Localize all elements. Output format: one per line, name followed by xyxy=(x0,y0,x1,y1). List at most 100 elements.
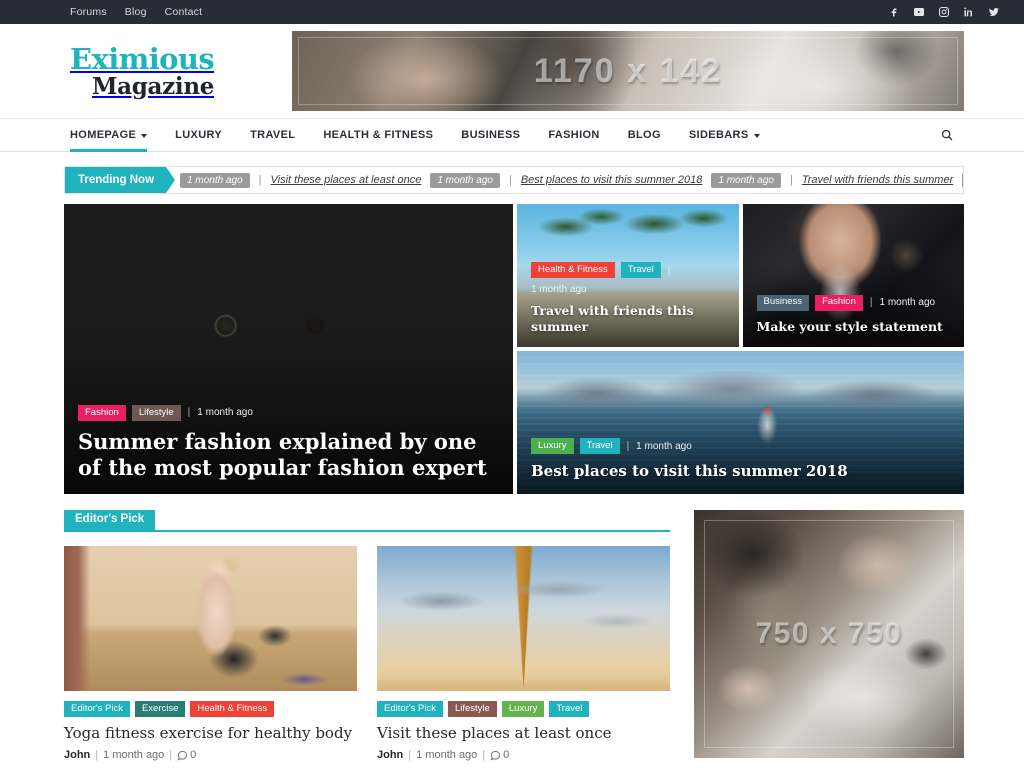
comment-count[interactable]: 0 xyxy=(177,749,196,761)
category-badge-travel[interactable]: Travel xyxy=(579,438,620,455)
main-nav: HOMEPAGE LUXURY TRAVEL HEALTH & FITNESS … xyxy=(0,118,1024,152)
trending-item-title[interactable]: Best places to visit this summer 2018 xyxy=(521,174,703,186)
meta-separator: | xyxy=(626,440,630,452)
post-card-title[interactable]: Visit these places at least once xyxy=(377,724,670,744)
social-links xyxy=(888,6,1008,18)
post-date: 1 month ago xyxy=(531,284,587,295)
category-badge-exercise[interactable]: Exercise xyxy=(134,701,186,717)
meta-separator: | xyxy=(869,297,873,309)
trending-separator: | xyxy=(508,174,512,186)
category-badges: Editor's Pick Lifestyle Luxury Travel xyxy=(377,701,670,717)
category-badge-editors-pick[interactable]: Editor's Pick xyxy=(64,701,130,717)
featured-post-places[interactable]: Luxury Travel | 1 month ago Best places … xyxy=(517,351,964,494)
meta-separator: | xyxy=(187,407,191,419)
instagram-icon[interactable] xyxy=(938,6,950,18)
trending-item-date: 1 month ago xyxy=(711,172,781,188)
trending-label: Trending Now xyxy=(65,167,176,193)
topbar-link-forums[interactable]: Forums xyxy=(70,6,107,18)
featured-top-row: Health & Fitness Travel | 1 month ago Tr… xyxy=(517,204,964,347)
nav-item-homepage[interactable]: HOMEPAGE xyxy=(70,119,161,152)
category-badge-fashion[interactable]: Fashion xyxy=(78,405,126,421)
sidebar: 750 x 750 xyxy=(694,510,964,761)
category-badge-health-fitness[interactable]: Health & Fitness xyxy=(190,701,275,717)
nav-item-label: TRAVEL xyxy=(250,129,296,141)
nav-item-label: FASHION xyxy=(548,129,600,141)
nav-item-label: BUSINESS xyxy=(461,129,521,141)
category-badge-business[interactable]: Business xyxy=(756,294,810,311)
search-icon[interactable] xyxy=(930,119,964,151)
post-card-image[interactable] xyxy=(377,546,670,691)
category-badges: Health & Fitness Travel | 1 month ago xyxy=(531,262,725,295)
post-author[interactable]: John xyxy=(377,749,403,761)
post-card-yoga[interactable]: Editor's Pick Exercise Health & Fitness … xyxy=(64,546,357,761)
post-date: 1 month ago xyxy=(879,297,936,309)
category-badge-lifestyle[interactable]: Lifestyle xyxy=(447,701,497,717)
post-card-places[interactable]: Editor's Pick Lifestyle Luxury Travel Vi… xyxy=(377,546,670,761)
featured-post-travel[interactable]: Health & Fitness Travel | 1 month ago Tr… xyxy=(517,204,739,347)
trending-item-date: 1 month ago xyxy=(430,172,500,188)
post-date: 1 month ago xyxy=(197,407,253,419)
nav-item-label: LUXURY xyxy=(175,129,223,141)
featured-main-title[interactable]: Summer fashion explained by one of the m… xyxy=(78,429,499,481)
nav-item-label: BLOG xyxy=(627,129,661,141)
nav-item-travel[interactable]: TRAVEL xyxy=(236,119,309,151)
section-header: Editor's Pick xyxy=(64,510,670,532)
nav-item-fashion[interactable]: FASHION xyxy=(534,119,613,151)
comment-count[interactable]: 0 xyxy=(490,749,509,761)
comment-icon xyxy=(177,750,188,761)
featured-places-body: Luxury Travel | 1 month ago Best places … xyxy=(517,438,964,494)
post-card-meta: John | 1 month ago | 0 xyxy=(377,749,670,761)
trending-separator: | xyxy=(258,174,262,186)
trending-ticker[interactable]: 1 month ago | Visit these places at leas… xyxy=(166,167,963,193)
category-badge-luxury[interactable]: Luxury xyxy=(531,438,574,455)
trending-item-title[interactable]: Travel with friends this summer xyxy=(802,174,953,186)
post-date: 1 month ago xyxy=(636,440,692,452)
top-bar-links: Forums Blog Contact xyxy=(70,6,202,18)
post-card-title[interactable]: Yoga fitness exercise for healthy body xyxy=(64,724,357,744)
category-badge-luxury[interactable]: Luxury xyxy=(501,701,545,717)
nav-item-luxury[interactable]: LUXURY xyxy=(161,119,236,151)
trending-item-date: 1 month ago xyxy=(180,172,250,188)
nav-item-blog[interactable]: BLOG xyxy=(614,119,675,151)
post-author[interactable]: John xyxy=(64,749,90,761)
meta-separator: | xyxy=(408,749,412,762)
category-badge-fashion[interactable]: Fashion xyxy=(815,294,863,311)
trending-item-title[interactable]: Visit these places at least once xyxy=(271,174,422,186)
featured-post-style[interactable]: Business Fashion | 1 month ago Make your… xyxy=(742,204,964,347)
site-logo[interactable]: Eximious Magazine xyxy=(70,44,270,98)
featured-style-title[interactable]: Make your style statement xyxy=(757,319,951,335)
category-badge-health-fitness[interactable]: Health & Fitness xyxy=(531,262,615,278)
youtube-icon[interactable] xyxy=(913,6,925,18)
sidebar-ad[interactable]: 750 x 750 xyxy=(694,510,964,758)
editors-pick-section: Editor's Pick Editor's Pick Exercise Hea… xyxy=(64,510,964,761)
trending-bar: Trending Now 1 month ago | Visit these p… xyxy=(64,166,964,194)
nav-item-health-fitness[interactable]: HEALTH & FITNESS xyxy=(309,119,447,151)
header-banner-ad[interactable]: 1170 x 142 xyxy=(292,31,964,111)
post-card-image[interactable] xyxy=(64,546,357,691)
yoga-photo xyxy=(64,546,357,691)
nav-item-business[interactable]: BUSINESS xyxy=(447,119,534,151)
nav-item-label: HOMEPAGE xyxy=(70,129,137,141)
featured-post-main[interactable]: Fashion Lifestyle | 1 month ago Summer f… xyxy=(64,204,513,494)
featured-travel-title[interactable]: Travel with friends this summer xyxy=(531,303,725,334)
category-badge-lifestyle[interactable]: Lifestyle xyxy=(131,405,181,421)
category-badges: Business Fashion | 1 month ago xyxy=(756,294,951,311)
comment-icon xyxy=(490,750,501,761)
featured-places-title[interactable]: Best places to visit this summer 2018 xyxy=(531,462,950,481)
topbar-link-contact[interactable]: Contact xyxy=(165,6,203,18)
twitter-icon[interactable] xyxy=(988,6,1000,18)
category-badge-travel[interactable]: Travel xyxy=(620,262,661,278)
topbar-link-blog[interactable]: Blog xyxy=(125,6,147,18)
post-card-meta: John | 1 month ago | 0 xyxy=(64,749,357,761)
category-badge-travel[interactable]: Travel xyxy=(549,701,590,717)
linkedin-icon[interactable] xyxy=(963,6,975,18)
facebook-icon[interactable] xyxy=(888,6,900,18)
nav-item-sidebars[interactable]: SIDEBARS xyxy=(675,119,774,151)
category-badge-editors-pick[interactable]: Editor's Pick xyxy=(377,701,443,717)
chevron-down-icon xyxy=(141,134,148,138)
meta-separator: | xyxy=(169,749,173,762)
section-title: Editor's Pick xyxy=(64,510,156,531)
chevron-down-icon xyxy=(753,134,760,138)
category-badges: Luxury Travel | 1 month ago xyxy=(531,438,950,455)
page-root: Forums Blog Contact Eximious Magazine 11… xyxy=(0,0,1024,768)
